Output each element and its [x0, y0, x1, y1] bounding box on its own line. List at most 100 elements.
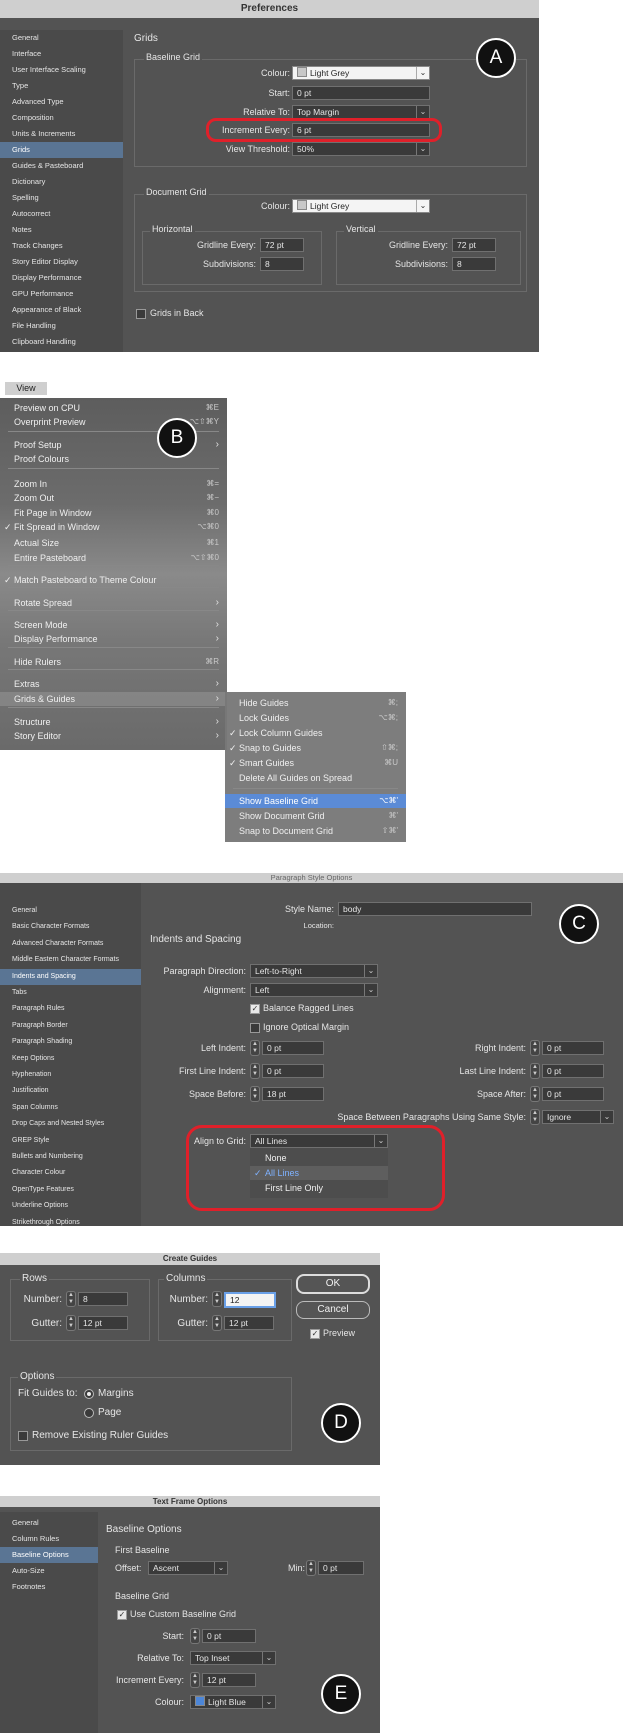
sidebar-item[interactable]: Span Columns — [0, 1100, 141, 1116]
view-menu-item[interactable]: Grids & Guides › — [0, 692, 227, 706]
sidebar-item[interactable]: Bullets and Numbering — [0, 1149, 141, 1165]
sidebar-item[interactable]: Guides & Pasteboard — [0, 158, 123, 174]
view-menu-item[interactable]: Proof Colours — [0, 452, 227, 466]
submenu-item[interactable]: Hide Guides ⌘; — [225, 696, 406, 710]
sidebar-item[interactable]: Paragraph Shading — [0, 1034, 141, 1050]
sidebar-item[interactable]: Grids — [0, 142, 123, 158]
tf-increment-stepper[interactable]: ▲ ▼ — [190, 1672, 200, 1688]
view-menu-item[interactable]: Rotate Spread › — [0, 596, 227, 610]
space-after-field[interactable]: 0 pt — [542, 1087, 604, 1101]
sidebar-item[interactable]: Basic Character Formats — [0, 919, 141, 935]
sidebar-item[interactable]: Middle Eastern Character Formats — [0, 952, 141, 968]
view-menu-item[interactable]: Screen Mode › — [0, 618, 227, 632]
style-name-field[interactable]: body — [338, 902, 532, 916]
left-indent-field[interactable]: 0 pt — [262, 1041, 324, 1055]
cols-gutter-field[interactable]: 12 pt — [224, 1316, 274, 1330]
view-menu-item[interactable]: Display Performance › — [0, 632, 227, 646]
sidebar-item[interactable]: File Handling — [0, 318, 123, 334]
sidebar-item[interactable]: Track Changes — [0, 238, 123, 254]
sidebar-item[interactable]: User Interface Scaling — [0, 62, 123, 78]
left-indent-stepper[interactable]: ▲ ▼ — [250, 1040, 260, 1056]
baseline-relative-dropdown[interactable]: Top Margin ⌄ — [292, 105, 430, 119]
rows-number-stepper[interactable]: ▲ ▼ — [66, 1291, 76, 1307]
last-line-stepper[interactable]: ▲ ▼ — [530, 1063, 540, 1079]
view-menu-item[interactable]: Actual Size ⌘1 — [0, 536, 227, 550]
offset-dropdown[interactable]: Ascent ⌄ — [148, 1561, 228, 1575]
sidebar-item[interactable]: Drop Caps and Nested Styles — [0, 1116, 141, 1132]
view-menu-item[interactable]: Entire Pasteboard ⌥⇧⌘0 — [0, 551, 227, 565]
tf-start-stepper[interactable]: ▲ ▼ — [190, 1628, 200, 1644]
tf-colour-dropdown[interactable]: Light Blue ⌄ — [190, 1695, 276, 1709]
document-colour-dropdown[interactable]: Light Grey ⌄ — [292, 199, 430, 213]
direction-dropdown[interactable]: Left-to-Right ⌄ — [250, 964, 378, 978]
sidebar-item[interactable]: Character Colour — [0, 1165, 141, 1181]
view-menu-item[interactable]: Preview on CPU ⌘E — [0, 401, 227, 415]
first-line-stepper[interactable]: ▲ ▼ — [250, 1063, 260, 1079]
sidebar-item[interactable]: Appearance of Black — [0, 302, 123, 318]
margins-radio[interactable] — [84, 1389, 94, 1399]
sidebar-item[interactable]: Justification — [0, 1083, 141, 1099]
sidebar-item[interactable]: Display Performance — [0, 270, 123, 286]
view-menu-item[interactable]: Hide Rulers ⌘R — [0, 655, 227, 669]
same-style-dropdown[interactable]: Ignore ⌄ — [542, 1110, 614, 1124]
sidebar-item[interactable]: Paragraph Rules — [0, 1001, 141, 1017]
submenu-item[interactable]: Snap to Document Grid ⇧⌘' — [225, 824, 406, 838]
baseline-threshold-dropdown[interactable]: 50% ⌄ — [292, 142, 430, 156]
sidebar-item[interactable]: Auto-Size — [0, 1563, 98, 1579]
sidebar-item[interactable]: Composition — [0, 110, 123, 126]
sidebar-item[interactable]: Underline Options — [0, 1198, 141, 1214]
sidebar-item[interactable]: Column Rules — [0, 1531, 98, 1547]
sidebar-item[interactable]: Dictionary — [0, 174, 123, 190]
sidebar-item[interactable]: Autocorrect — [0, 206, 123, 222]
grids-in-back-checkbox[interactable] — [136, 309, 146, 319]
space-before-stepper[interactable]: ▲ ▼ — [250, 1086, 260, 1102]
sidebar-item[interactable]: Spelling — [0, 190, 123, 206]
sidebar-item[interactable]: General — [0, 1515, 98, 1531]
view-menu-item[interactable]: ✓ Match Pasteboard to Theme Colour — [0, 573, 227, 587]
sidebar-item[interactable]: Story Editor Display — [0, 254, 123, 270]
tf-relative-dropdown[interactable]: Top Inset ⌄ — [190, 1651, 276, 1665]
sidebar-item[interactable]: Paragraph Border — [0, 1018, 141, 1034]
sidebar-item[interactable]: Baseline Options — [0, 1547, 98, 1563]
cols-number-stepper[interactable]: ▲ ▼ — [212, 1291, 222, 1307]
sidebar-item[interactable]: General — [0, 903, 141, 919]
preview-checkbox[interactable]: ✓ — [310, 1329, 320, 1339]
ignore-optical-checkbox[interactable] — [250, 1023, 260, 1033]
submenu-item[interactable]: Show Document Grid ⌘' — [225, 809, 406, 823]
sidebar-item[interactable]: Clipboard Handling — [0, 334, 123, 350]
h-gridline-field[interactable]: 72 pt — [260, 238, 304, 252]
view-menu-item[interactable]: Zoom Out ⌘− — [0, 491, 227, 505]
sidebar-item[interactable]: Tabs — [0, 985, 141, 1001]
same-style-stepper[interactable]: ▲ ▼ — [530, 1109, 540, 1125]
sidebar-item[interactable]: Notes — [0, 222, 123, 238]
right-indent-stepper[interactable]: ▲ ▼ — [530, 1040, 540, 1056]
sidebar-item[interactable]: GPU Performance — [0, 286, 123, 302]
rows-gutter-stepper[interactable]: ▲ ▼ — [66, 1315, 76, 1331]
cols-gutter-stepper[interactable]: ▲ ▼ — [212, 1315, 222, 1331]
view-menu-item[interactable]: Fit Page in Window ⌘0 — [0, 506, 227, 520]
sidebar-item[interactable]: Advanced Character Formats — [0, 936, 141, 952]
sidebar-item[interactable]: GREP Style — [0, 1133, 141, 1149]
sidebar-item[interactable]: Keep Options — [0, 1051, 141, 1067]
alignment-dropdown[interactable]: Left ⌄ — [250, 983, 378, 997]
view-menu-item[interactable]: Extras › — [0, 677, 227, 691]
rows-gutter-field[interactable]: 12 pt — [78, 1316, 128, 1330]
submenu-item[interactable]: Lock Guides ⌥⌘; — [225, 711, 406, 725]
submenu-item[interactable]: ✓ Lock Column Guides — [225, 726, 406, 740]
first-line-field[interactable]: 0 pt — [262, 1064, 324, 1078]
sidebar-item[interactable]: Strikethrough Options — [0, 1215, 141, 1231]
cols-number-field[interactable]: 12 — [224, 1292, 276, 1308]
last-line-field[interactable]: 0 pt — [542, 1064, 604, 1078]
h-subdiv-field[interactable]: 8 — [260, 257, 304, 271]
right-indent-field[interactable]: 0 pt — [542, 1041, 604, 1055]
view-menu-item[interactable]: ✓ Fit Spread in Window ⌥⌘0 — [0, 520, 227, 534]
v-subdiv-field[interactable]: 8 — [452, 257, 496, 271]
view-menu-item[interactable]: Story Editor › — [0, 729, 227, 743]
submenu-item[interactable]: Delete All Guides on Spread — [225, 771, 406, 785]
view-menu-item[interactable]: Zoom In ⌘= — [0, 477, 227, 491]
remove-guides-checkbox[interactable] — [18, 1431, 28, 1441]
submenu-item[interactable]: Show Baseline Grid ⌥⌘' — [225, 794, 406, 808]
custom-grid-checkbox[interactable]: ✓ — [117, 1610, 127, 1620]
sidebar-item[interactable]: Units & Increments — [0, 126, 123, 142]
ok-button[interactable]: OK — [296, 1274, 370, 1294]
